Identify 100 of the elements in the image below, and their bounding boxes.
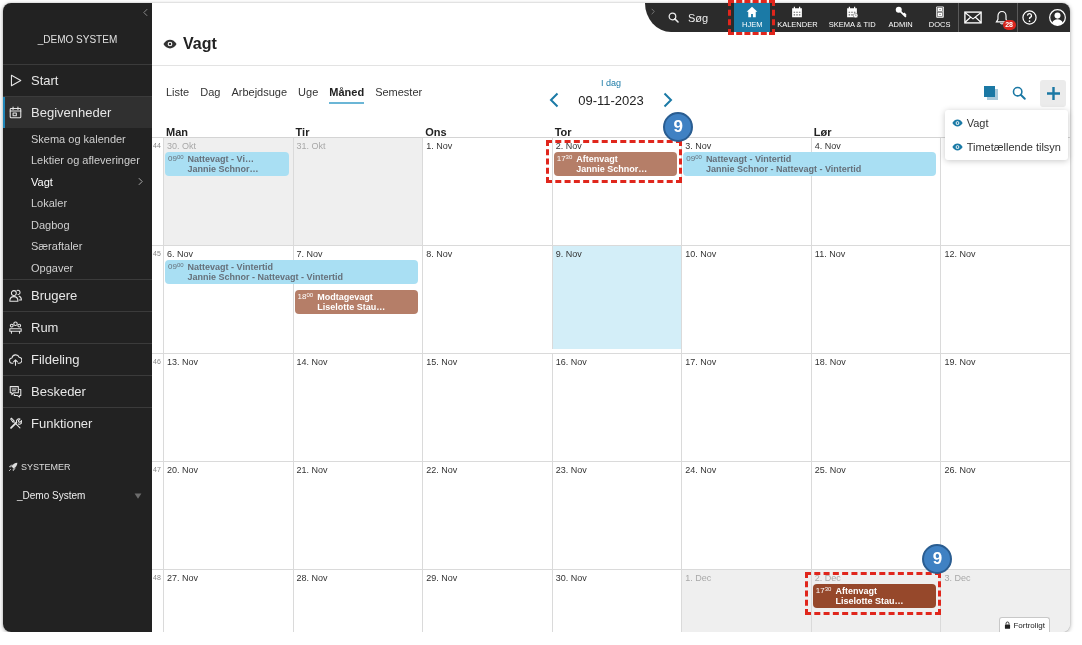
event-title: Aftenvagt xyxy=(576,154,619,164)
sidebar-item[interactable]: Start xyxy=(3,65,152,96)
event-title: Nattevagt - Vintertid xyxy=(705,154,793,164)
calendar-icon xyxy=(791,6,804,18)
eye-icon xyxy=(163,39,177,49)
date-label: 23. Nov xyxy=(555,465,587,476)
weekday-header: Lør xyxy=(813,126,832,138)
sidebar-subitem[interactable]: Opgaver xyxy=(3,257,152,279)
search-button[interactable] xyxy=(1012,86,1026,100)
weekday-header: Tir xyxy=(295,126,310,138)
event-time: 18$^{00}$ xyxy=(297,292,314,302)
date-label: 11. Nov xyxy=(814,249,846,260)
today-link[interactable]: I dag xyxy=(600,78,621,88)
search-button[interactable]: Søg xyxy=(668,3,709,32)
date-label: 22. Nov xyxy=(426,465,458,476)
plus-icon xyxy=(1046,86,1060,100)
event-subtitle: Jannie Schnor… xyxy=(576,164,648,174)
next-button[interactable] xyxy=(662,92,673,108)
date-label: 13. Nov xyxy=(167,357,199,368)
event-time: 09$^{00}$ xyxy=(168,262,184,272)
date-label: 17. Nov xyxy=(685,357,717,368)
organization-name: _DEMO SYSTEM xyxy=(37,34,118,45)
calendar-clock-icon xyxy=(846,6,859,18)
date-label: 19. Nov xyxy=(944,357,976,368)
event-title: Nattevagt - Vi… xyxy=(187,154,255,164)
sidebar-item[interactable]: Fildeling xyxy=(3,343,152,375)
event-time: 09$^{00}$ xyxy=(686,154,702,164)
weekday-header: Tor xyxy=(554,126,572,138)
event-time: 17$^{30}$ xyxy=(815,586,832,596)
sidebar-subitem[interactable]: Lektier og afleveringer xyxy=(3,149,152,171)
shift-event[interactable]: 09$^{00}$ Nattevagt - Vintertid Jannie Schnor - Nattevagt - Vintertid xyxy=(165,260,419,284)
mail-icon xyxy=(964,11,983,24)
date-label: 7. Nov xyxy=(296,249,323,260)
date-label: 26. Nov xyxy=(944,465,976,476)
previous-button[interactable] xyxy=(549,92,560,108)
sidebar-subitem[interactable]: Dagbog xyxy=(3,214,152,236)
chevron-right-icon xyxy=(662,92,673,108)
add-button[interactable] xyxy=(1040,79,1066,107)
lock-icon xyxy=(1004,621,1012,629)
view-tab[interactable]: Liste xyxy=(166,82,190,104)
system-select[interactable]: _Demo System xyxy=(3,483,152,508)
shift-event[interactable]: 09$^{00}$ Nattevagt - Vi… Jannie Schnor… xyxy=(165,152,289,176)
layers-button[interactable] xyxy=(984,86,998,100)
date-label: 18. Nov xyxy=(814,357,846,368)
sidebar-item[interactable]: Brugere xyxy=(3,279,152,311)
date-label: 3. Nov xyxy=(685,141,712,152)
house-icon xyxy=(746,6,759,18)
shift-event[interactable]: 17$^{30}$ Aftenvagt Liselotte Stau… xyxy=(812,584,937,608)
eye-icon xyxy=(951,143,963,151)
date-label: 31. Okt xyxy=(296,141,326,152)
date-label: 27. Nov xyxy=(167,573,199,584)
menu-item[interactable]: Vagt xyxy=(944,111,1068,135)
date-label: 29. Nov xyxy=(426,573,458,584)
sidebar-item[interactable]: Funktioner xyxy=(3,407,152,439)
sidebar-item[interactable]: Begivenheder xyxy=(3,97,152,128)
search-icon xyxy=(1012,86,1026,100)
sidebar-subitem[interactable]: Særaftaler xyxy=(3,235,152,257)
view-tab[interactable]: Arbejdsuge xyxy=(231,82,288,104)
view-tab[interactable]: Dag xyxy=(200,82,221,104)
view-tab[interactable]: Semester xyxy=(375,82,423,104)
stacked-squares-icon xyxy=(984,86,998,100)
sidebar-subitem[interactable]: Vagt xyxy=(3,171,152,193)
date-label: 21. Nov xyxy=(296,465,328,476)
date-label: 24. Nov xyxy=(685,465,717,476)
chevron-right-icon xyxy=(651,8,655,15)
highlight-frame xyxy=(728,0,776,35)
event-time: 17$^{30}$ xyxy=(556,154,573,164)
file-cabinet-icon xyxy=(933,6,946,18)
date-label: 20. Nov xyxy=(167,465,199,476)
event-subtitle: Liselotte Stau… xyxy=(317,302,386,312)
date-label: 6. Nov xyxy=(167,249,193,260)
event-title: Modtagevagt xyxy=(317,292,374,302)
event-subtitle: Jannie Schnor - Nattevagt - Vintertid xyxy=(705,164,862,174)
date-label: 10. Nov xyxy=(685,249,717,260)
step-number-badge: 9 xyxy=(663,112,694,142)
event-title: Aftenvagt xyxy=(835,586,878,596)
event-time: 09$^{00}$ xyxy=(168,154,184,164)
weekday-header: Man xyxy=(166,126,188,138)
view-tab[interactable]: Uge xyxy=(298,82,319,104)
sidebar-item[interactable]: Rum xyxy=(3,311,152,343)
view-tab[interactable]: Måned xyxy=(329,82,365,104)
tools-icon xyxy=(9,416,22,430)
weekday-header: Ons xyxy=(425,126,447,138)
rocket-icon xyxy=(8,461,18,472)
date-label: 2. Dec xyxy=(814,573,841,584)
date-label: 30. Nov xyxy=(555,573,587,584)
sidebar-subitem[interactable]: Skema og kalender xyxy=(3,128,152,150)
shift-event[interactable]: 09$^{00}$ Nattevagt - Vintertid Jannie Schnor - Nattevagt - Vintertid xyxy=(683,152,937,176)
user-icon xyxy=(1049,9,1067,26)
date-label: 3. Dec xyxy=(944,573,971,584)
date-display: 09-11-2023 xyxy=(578,92,644,108)
sidebar-subitem[interactable]: Lokaler xyxy=(3,192,152,214)
date-label: 28. Nov xyxy=(296,573,328,584)
date-label: 9. Nov xyxy=(555,249,582,260)
event-subtitle: Jannie Schnor… xyxy=(187,164,259,174)
caret-down-icon xyxy=(134,492,142,499)
date-label: 25. Nov xyxy=(814,465,846,476)
page-title: Vagt xyxy=(183,34,217,54)
sidebar-item[interactable]: Beskeder xyxy=(3,375,152,407)
date-label: 12. Nov xyxy=(944,249,976,260)
